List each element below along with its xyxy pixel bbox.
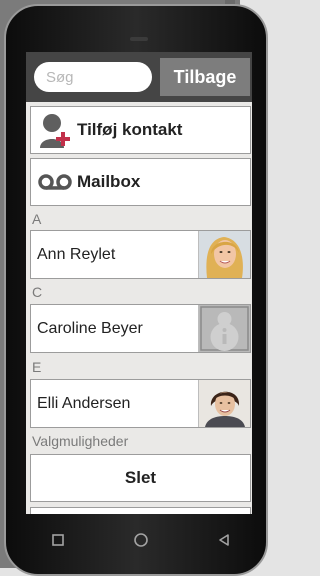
section-header-c: C bbox=[32, 284, 43, 300]
section-header-e: E bbox=[32, 359, 42, 375]
voicemail-icon bbox=[37, 172, 73, 192]
contact-name: Caroline Beyer bbox=[37, 319, 143, 337]
circle-home-icon[interactable] bbox=[131, 530, 151, 550]
section-header-a: A bbox=[32, 211, 42, 227]
add-contact-button[interactable]: Tilføj kontakt bbox=[30, 106, 251, 154]
delete-button[interactable]: Slet bbox=[30, 454, 251, 502]
triangle-back-icon[interactable] bbox=[214, 530, 234, 550]
section-header-options: Valgmuligheder bbox=[32, 433, 129, 449]
phone-screen: Tilbage Tilføj kontakt Mailbox A Ann Rey… bbox=[26, 52, 252, 514]
add-contact-icon bbox=[37, 112, 73, 148]
contact-name: Ann Reylet bbox=[37, 245, 116, 263]
add-contact-label: Tilføj kontakt bbox=[77, 120, 183, 139]
contact-name: Elli Andersen bbox=[37, 394, 131, 412]
square-recents-icon[interactable] bbox=[48, 530, 68, 550]
contact-photo-avatar bbox=[198, 380, 250, 427]
earpiece bbox=[130, 37, 148, 41]
top-bar: Tilbage bbox=[26, 52, 252, 102]
search-input[interactable] bbox=[34, 62, 152, 92]
contact-row-caroline-beyer[interactable]: Caroline Beyer bbox=[30, 304, 251, 353]
mailbox-button[interactable]: Mailbox bbox=[30, 158, 251, 206]
back-button[interactable]: Tilbage bbox=[160, 58, 250, 96]
contact-photo-avatar bbox=[198, 231, 250, 278]
contact-row-ann-reylet[interactable]: Ann Reylet bbox=[30, 230, 251, 279]
list-item-partial bbox=[30, 507, 251, 514]
mailbox-label: Mailbox bbox=[77, 172, 141, 191]
contact-placeholder-icon bbox=[198, 305, 250, 352]
contact-row-elli-andersen[interactable]: Elli Andersen bbox=[30, 379, 251, 428]
